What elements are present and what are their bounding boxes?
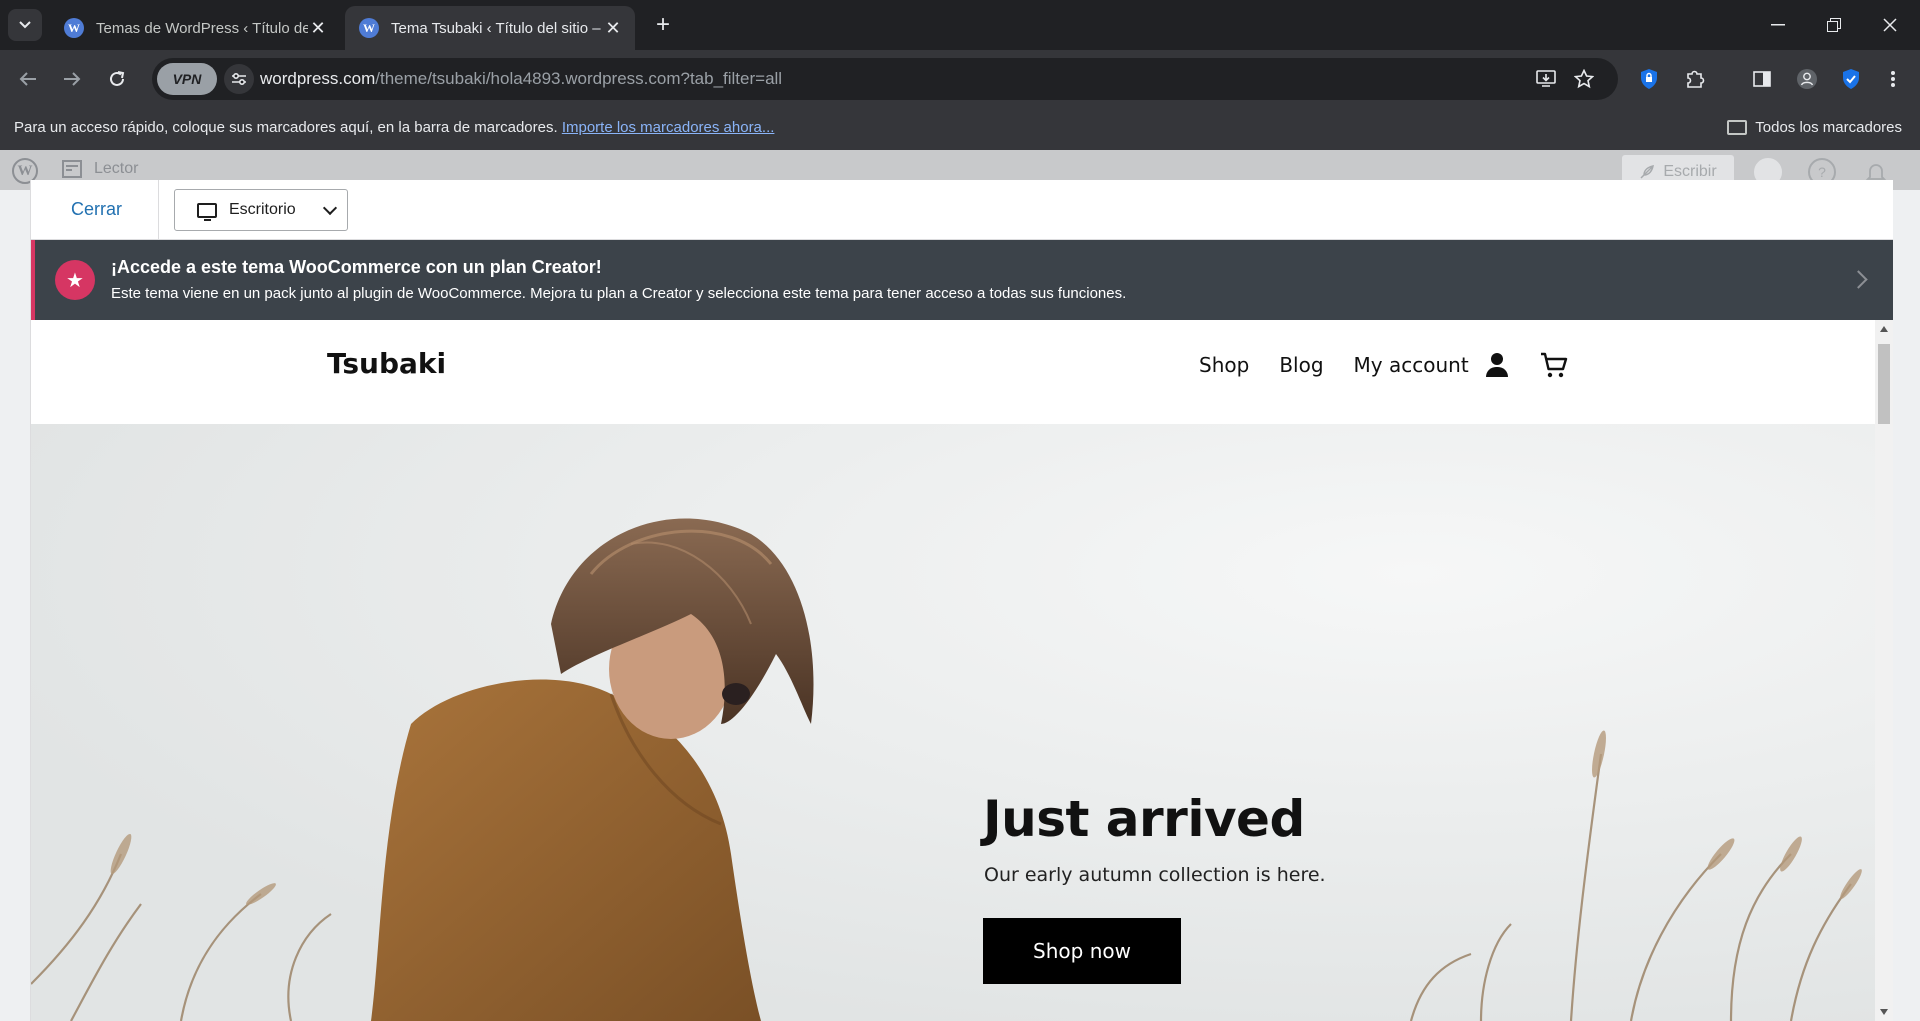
close-icon[interactable]: ✕ — [603, 18, 623, 38]
bookmarks-bar: Para un acceso rápido, coloque sus marca… — [0, 108, 1920, 150]
reader-icon — [62, 160, 82, 178]
url-path: /theme/tsubaki/hola4893.wordpress.com?ta… — [375, 69, 783, 88]
more-vert-icon — [1891, 71, 1895, 87]
browser-tab-active[interactable]: W Tema Tsubaki ‹ Título del sitio – ✕ — [345, 6, 635, 50]
star-icon — [1574, 69, 1594, 89]
shop-now-button[interactable]: Shop now — [983, 918, 1181, 984]
site-nav: Shop Blog My account — [1199, 353, 1469, 377]
close-window-button[interactable] — [1868, 8, 1912, 42]
url-text[interactable]: wordpress.com/theme/tsubaki/hola4893.wor… — [260, 69, 782, 89]
restore-icon — [1827, 18, 1841, 32]
restore-button[interactable] — [1812, 8, 1856, 42]
wordpress-icon: W — [359, 18, 379, 38]
account-icon[interactable] — [1485, 353, 1509, 379]
browser-tab-strip: W Temas de WordPress ‹ Título de ✕ W Tem… — [0, 0, 1920, 50]
minimize-button[interactable] — [1756, 8, 1800, 42]
theme-preview-frame: Tsubaki Shop Blog My account Just arrive… — [31, 320, 1875, 1021]
reload-button[interactable] — [101, 63, 133, 95]
hero-photo — [31, 424, 1875, 1021]
tab-title: Temas de WordPress ‹ Título de — [96, 19, 308, 37]
browser-tab[interactable]: W Temas de WordPress ‹ Título de ✕ — [50, 6, 340, 50]
nav-item-my-account[interactable]: My account — [1354, 353, 1469, 377]
address-bar[interactable]: VPN wordpress.com/theme/tsubaki/hola4893… — [152, 58, 1618, 100]
shield-lock-icon — [1641, 69, 1657, 89]
theme-preview-modal: Cerrar Escritorio ★ ¡Accede a este tema … — [30, 180, 1893, 1021]
import-bookmarks-link[interactable]: Importe los marcadores ahora... — [562, 119, 775, 136]
extensions-button[interactable] — [1680, 64, 1710, 94]
hero-section: Just arrived Our early autumn collection… — [31, 424, 1875, 1021]
password-extension-button[interactable] — [1634, 64, 1664, 94]
hero-title: Just arrived — [983, 790, 1305, 848]
bookmark-star-button[interactable] — [1570, 65, 1598, 93]
banner-title: ¡Accede a este tema WooCommerce con un p… — [111, 257, 602, 277]
device-selector[interactable]: Escritorio — [174, 189, 348, 231]
chevron-down-icon — [322, 200, 338, 215]
arrow-right-icon — [64, 72, 81, 86]
menu-button[interactable] — [1878, 64, 1908, 94]
site-header: Tsubaki Shop Blog My account — [31, 320, 1875, 424]
scrollbar-thumb[interactable] — [1878, 344, 1890, 424]
star-icon: ★ — [55, 260, 95, 300]
side-panel-button[interactable] — [1747, 64, 1777, 94]
security-extension-button[interactable] — [1836, 64, 1866, 94]
folder-icon — [1727, 120, 1748, 135]
url-host: wordpress.com — [260, 69, 376, 88]
close-icon — [1883, 18, 1897, 32]
write-label: Escribir — [1663, 163, 1717, 180]
tab-title: Tema Tsubaki ‹ Título del sitio – — [391, 19, 601, 37]
wordpress-icon: W — [64, 18, 84, 38]
device-label: Escritorio — [229, 201, 296, 218]
shield-check-icon — [1843, 69, 1859, 89]
reader-link[interactable]: Lector — [62, 160, 138, 178]
scroll-down-arrow-icon[interactable] — [1880, 1009, 1888, 1015]
cart-icon[interactable] — [1539, 351, 1569, 379]
upgrade-banner[interactable]: ★ ¡Accede a este tema WooCommerce con un… — [31, 240, 1893, 320]
tab-search-button[interactable] — [8, 9, 42, 41]
reader-label: Lector — [94, 160, 139, 177]
desktop-icon — [197, 202, 217, 221]
nav-item-blog[interactable]: Blog — [1279, 353, 1323, 377]
bookmarks-hint: Para un acceso rápido, coloque sus marca… — [14, 119, 774, 136]
install-app-button[interactable] — [1532, 65, 1560, 93]
preview-scrollbar[interactable] — [1875, 320, 1893, 1021]
feather-icon — [1640, 165, 1655, 179]
avatar-icon — [1797, 69, 1817, 89]
reload-icon — [110, 71, 125, 86]
close-icon[interactable]: ✕ — [308, 18, 328, 38]
hero-subtitle: Our early autumn collection is here. — [984, 864, 1326, 886]
browser-toolbar: VPN wordpress.com/theme/tsubaki/hola4893… — [0, 50, 1920, 108]
vpn-badge[interactable]: VPN — [157, 63, 217, 95]
side-panel-icon — [1753, 71, 1771, 87]
all-bookmarks-label: Todos los marcadores — [1755, 119, 1902, 136]
all-bookmarks-button[interactable]: Todos los marcadores — [1727, 119, 1902, 136]
profile-button[interactable] — [1792, 64, 1822, 94]
preview-header: Cerrar Escritorio — [31, 180, 1893, 240]
chevron-down-icon — [19, 21, 31, 29]
header-divider — [158, 180, 159, 240]
forward-button[interactable] — [56, 63, 88, 95]
nav-item-shop[interactable]: Shop — [1199, 353, 1249, 377]
puzzle-icon — [1687, 70, 1705, 88]
minimize-icon — [1771, 24, 1785, 26]
back-button[interactable] — [12, 63, 44, 95]
tune-icon — [232, 72, 246, 86]
close-preview-button[interactable]: Cerrar — [71, 199, 122, 220]
bookmarks-prompt: Para un acceso rápido, coloque sus marca… — [14, 119, 558, 136]
banner-description: Este tema viene en un pack junto al plug… — [111, 285, 1127, 302]
scroll-up-arrow-icon[interactable] — [1880, 326, 1888, 332]
site-title[interactable]: Tsubaki — [327, 347, 446, 380]
chevron-right-icon[interactable] — [1849, 270, 1868, 289]
site-info-button[interactable] — [224, 64, 254, 94]
install-icon — [1536, 70, 1556, 87]
arrow-left-icon — [19, 72, 36, 86]
new-tab-button[interactable]: + — [650, 11, 676, 38]
